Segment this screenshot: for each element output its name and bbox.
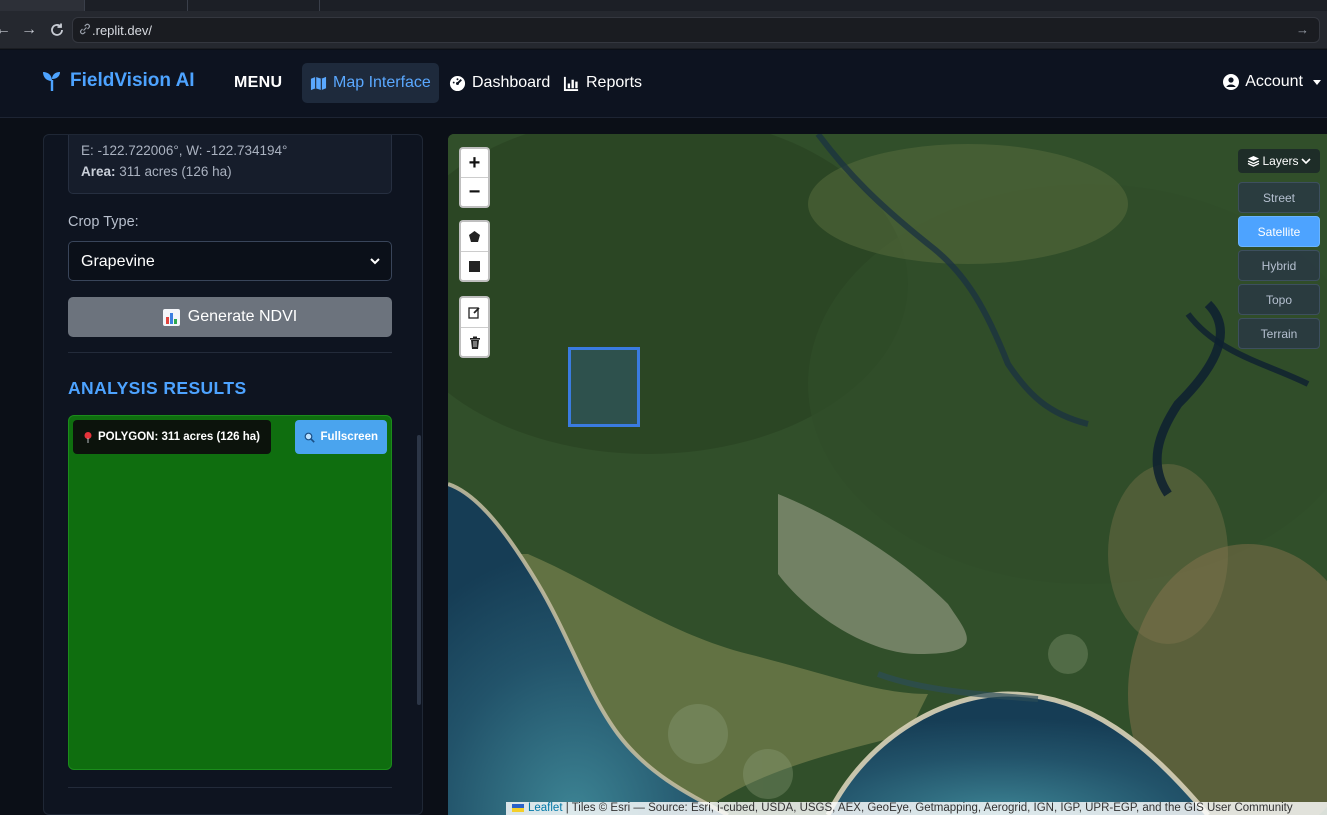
nav-label: Map Interface bbox=[333, 74, 431, 91]
generate-ndvi-label: Generate NDVI bbox=[187, 308, 298, 325]
browser-tab[interactable] bbox=[0, 0, 85, 11]
nav-label: Reports bbox=[586, 74, 643, 91]
ndvi-result-panel: POLYGON: 311 acres (126 ha) Fullscreen bbox=[68, 415, 392, 770]
delete-layers-button[interactable] bbox=[461, 327, 488, 356]
zoom-out-button[interactable]: − bbox=[461, 178, 488, 207]
site-info-icon[interactable] bbox=[79, 23, 91, 35]
account-dropdown[interactable]: Account bbox=[1223, 73, 1321, 91]
go-arrow-icon[interactable]: → bbox=[1296, 22, 1309, 37]
pentagon-icon bbox=[469, 231, 480, 242]
brand-name: FieldVision AI bbox=[70, 70, 195, 91]
map-icon bbox=[310, 76, 327, 90]
chevron-down-icon bbox=[370, 258, 380, 265]
back-arrow-icon[interactable]: ← bbox=[0, 19, 14, 41]
layer-topo[interactable]: Topo bbox=[1238, 284, 1320, 315]
sidebar-scrollbar[interactable] bbox=[417, 435, 421, 705]
ukraine-flag-icon bbox=[512, 803, 524, 812]
browser-tab-strip bbox=[0, 0, 1327, 11]
divider bbox=[68, 787, 392, 788]
pin-icon bbox=[84, 431, 92, 443]
browser-toolbar: ← → .replit.dev/ → bbox=[0, 11, 1327, 49]
crop-type-label: Crop Type: bbox=[68, 214, 139, 230]
layers-label: Layers bbox=[1262, 154, 1299, 168]
browser-tab[interactable] bbox=[188, 0, 320, 11]
dashboard-gauge-icon bbox=[449, 75, 466, 91]
edit-layers-button[interactable] bbox=[461, 298, 488, 327]
satellite-imagery bbox=[448, 134, 1327, 815]
seedling-icon bbox=[43, 72, 60, 91]
brand[interactable]: FieldVision AI bbox=[42, 70, 195, 92]
fullscreen-button[interactable]: Fullscreen bbox=[295, 420, 387, 454]
draw-rectangle-button[interactable] bbox=[461, 251, 488, 280]
chart-icon bbox=[162, 308, 180, 326]
edit-icon bbox=[468, 307, 480, 319]
zoom-in-button[interactable]: + bbox=[461, 149, 488, 178]
url-text: .replit.dev/ bbox=[92, 23, 152, 38]
polygon-area-text: POLYGON: 311 acres (126 ha) bbox=[98, 431, 260, 443]
address-bar[interactable]: .replit.dev/ → bbox=[72, 17, 1320, 43]
polygon-area-tag: POLYGON: 311 acres (126 ha) bbox=[73, 420, 271, 454]
drawn-polygon[interactable] bbox=[568, 347, 640, 427]
generate-ndvi-button[interactable]: Generate NDVI bbox=[68, 297, 392, 337]
bounds-ew: E: -122.722006°, W: -122.734194° bbox=[81, 143, 288, 158]
caret-down-icon bbox=[1313, 79, 1321, 85]
square-icon bbox=[469, 260, 480, 272]
control-sidebar: E: -122.722006°, W: -122.734194° Area: 3… bbox=[43, 134, 423, 815]
nav-dashboard[interactable]: Dashboard bbox=[441, 63, 558, 103]
analysis-results-heading: ANALYSIS RESULTS bbox=[68, 378, 247, 398]
polygon-bounds-card: E: -122.722006°, W: -122.734194° Area: 3… bbox=[68, 135, 392, 194]
fullscreen-label: Fullscreen bbox=[320, 431, 378, 443]
divider bbox=[68, 352, 392, 353]
layers-icon bbox=[1248, 156, 1260, 167]
zoom-control: + − bbox=[459, 147, 490, 208]
area-label: Area: bbox=[81, 164, 116, 179]
draw-toolbar bbox=[459, 220, 490, 282]
menu-button[interactable]: MENU bbox=[234, 74, 282, 92]
app-navbar: FieldVision AI MENU Map Interface Dashbo… bbox=[0, 50, 1327, 118]
nav-map-interface[interactable]: Map Interface bbox=[302, 63, 439, 103]
reload-icon[interactable] bbox=[46, 19, 68, 41]
map-view[interactable]: + − Layers Street Satellite Hybrid Topo … bbox=[448, 134, 1327, 815]
layer-hybrid[interactable]: Hybrid bbox=[1238, 250, 1320, 281]
area-value: 311 acres (126 ha) bbox=[119, 164, 232, 179]
forward-arrow-icon[interactable]: → bbox=[18, 19, 40, 41]
account-label: Account bbox=[1245, 73, 1303, 90]
edit-toolbar bbox=[459, 296, 490, 358]
crop-type-select[interactable]: Grapevine bbox=[68, 241, 392, 281]
layer-satellite[interactable]: Satellite bbox=[1238, 216, 1320, 247]
nav-label: Dashboard bbox=[472, 74, 551, 91]
crop-type-value: Grapevine bbox=[81, 253, 155, 270]
map-attribution: Leaflet | Tiles © Esri — Source: Esri, i… bbox=[506, 802, 1327, 815]
area-line: Area: 311 acres (126 ha) bbox=[81, 164, 232, 179]
browser-tab[interactable] bbox=[85, 0, 188, 11]
attribution-text: | Tiles © Esri — Source: Esri, i-cubed, … bbox=[562, 802, 1293, 814]
user-circle-icon bbox=[1223, 74, 1240, 90]
layer-street[interactable]: Street bbox=[1238, 182, 1320, 213]
layer-terrain[interactable]: Terrain bbox=[1238, 318, 1320, 349]
leaflet-link[interactable]: Leaflet bbox=[528, 802, 563, 814]
nav-reports[interactable]: Reports bbox=[555, 63, 650, 103]
layers-toggle[interactable]: Layers bbox=[1238, 149, 1320, 173]
draw-polygon-button[interactable] bbox=[461, 222, 488, 251]
magnifier-icon bbox=[305, 432, 316, 443]
bar-chart-icon bbox=[563, 76, 579, 91]
chevron-down-icon bbox=[1300, 158, 1311, 165]
trash-icon bbox=[469, 336, 480, 349]
